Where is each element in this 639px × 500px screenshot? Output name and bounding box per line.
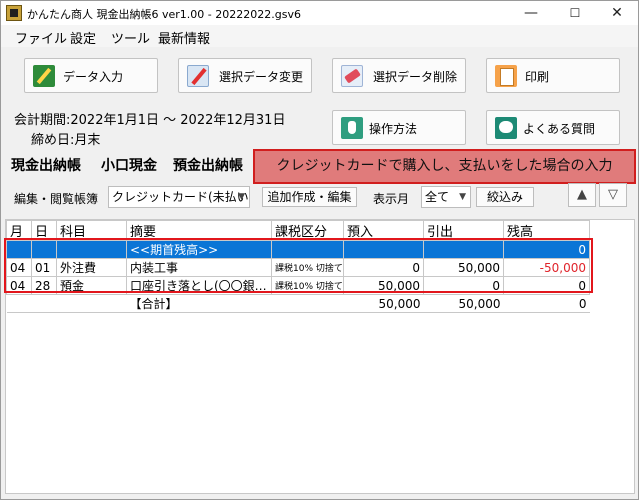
app-icon <box>6 5 22 21</box>
edit-pencil-icon <box>187 65 209 87</box>
how-to-button[interactable]: 操作方法 <box>332 110 466 145</box>
print-label: 印刷 <box>525 70 550 84</box>
close-button[interactable]: ✕ <box>595 1 638 25</box>
app-window: かんたん商人 現金出納帳6 ver1.00 - 20222022.gsv6 — … <box>0 0 639 500</box>
menu-latest-info[interactable]: 最新情報 <box>158 28 210 47</box>
add-edit-button[interactable]: 追加作成・編集 <box>262 187 357 207</box>
total-label: 【合計】 <box>126 294 272 313</box>
print-button[interactable]: 印刷 <box>486 58 620 93</box>
menu-bar: ファイル 設定 ツール 最新情報 <box>1 25 638 47</box>
faq-label: よくある質問 <box>523 122 596 136</box>
menu-tools[interactable]: ツール <box>111 28 150 47</box>
closing-day: 締め日:月末 <box>31 133 101 148</box>
table-cell <box>271 294 344 313</box>
table-cell <box>31 294 57 313</box>
scroll-up-button[interactable]: ▲ <box>568 183 596 207</box>
pencil-icon <box>33 65 55 87</box>
delete-data-button[interactable]: 選択データ削除 <box>332 58 466 93</box>
edit-data-label: 選択データ変更 <box>219 70 304 84</box>
data-entry-label: データ入力 <box>63 70 124 84</box>
maximize-button[interactable]: ☐ <box>553 1 597 25</box>
menu-settings[interactable]: 設定 <box>70 28 96 47</box>
month-select-value: 全て <box>425 190 450 204</box>
print-icon <box>495 65 517 87</box>
tab-deposit-book[interactable]: 預金出納帳 <box>173 155 243 175</box>
table-cell <box>56 294 127 313</box>
table-row-total: 【合計】 50,000 50,000 0 <box>6 294 590 313</box>
month-select-label: 表示月 <box>373 192 410 206</box>
month-select[interactable]: 全て ▼ <box>421 186 471 208</box>
highlight-box <box>4 238 593 293</box>
fiscal-period: 会計期間:2022年1月1日 〜 2022年12月31日 <box>14 113 286 128</box>
title-bar: かんたん商人 現金出納帳6 ver1.00 - 20222022.gsv6 — … <box>1 1 638 25</box>
callout-tooltip: クレジットカードで購入し、支払いをした場合の入力 <box>253 149 636 184</box>
narrow-down-button[interactable]: 絞込み <box>476 187 534 207</box>
window-title: かんたん商人 現金出納帳6 ver1.00 - 20222022.gsv6 <box>27 8 301 21</box>
chevron-down-icon: ▼ <box>238 192 245 202</box>
delete-data-label: 選択データ削除 <box>373 70 458 84</box>
book-select-value: クレジットカード(未払い金 <box>112 190 250 204</box>
faq-icon <box>495 117 517 139</box>
menu-file[interactable]: ファイル <box>15 28 67 47</box>
data-entry-button[interactable]: データ入力 <box>24 58 158 93</box>
total-balance: 0 <box>503 294 590 313</box>
table-cell <box>6 294 32 313</box>
book-select-label: 編集・閲覧帳簿 <box>14 192 99 206</box>
hand-pointer-icon <box>341 117 363 139</box>
tab-petty-cash[interactable]: 小口現金 <box>101 155 157 175</box>
edit-data-button[interactable]: 選択データ変更 <box>178 58 312 93</box>
tab-cash-book[interactable]: 現金出納帳 <box>11 155 81 175</box>
faq-button[interactable]: よくある質問 <box>486 110 620 145</box>
total-deposit: 50,000 <box>343 294 424 313</box>
eraser-icon <box>341 65 363 87</box>
total-withdrawal: 50,000 <box>423 294 504 313</box>
chevron-down-icon: ▼ <box>459 192 466 202</box>
book-select[interactable]: クレジットカード(未払い金 ▼ <box>108 186 250 208</box>
scroll-down-button[interactable]: ▽ <box>599 183 627 207</box>
how-to-label: 操作方法 <box>369 122 418 136</box>
minimize-button[interactable]: — <box>509 1 553 25</box>
